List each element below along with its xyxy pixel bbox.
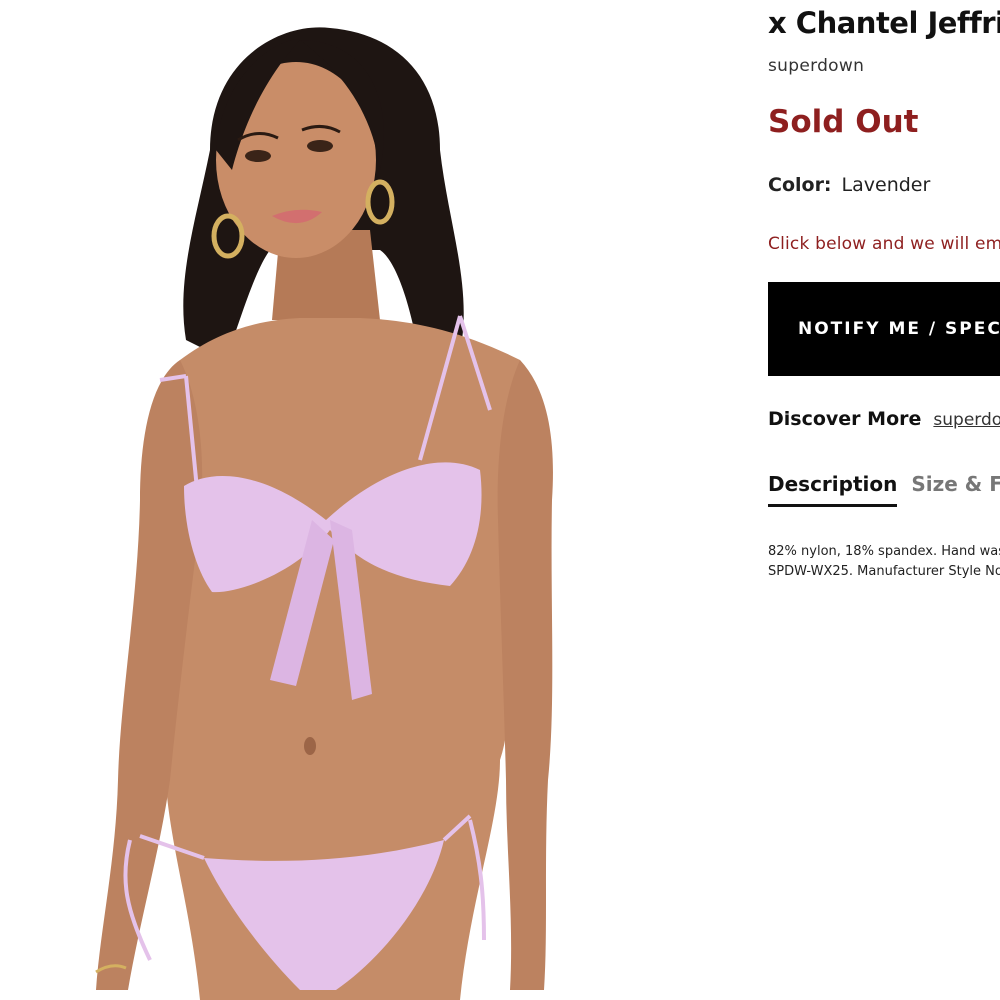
product-title: x Chantel Jeffries (768, 6, 1000, 40)
product-image[interactable] (0, 0, 760, 1000)
discover-more-brand-link[interactable]: superdown (933, 410, 1000, 430)
notify-me-button[interactable]: NOTIFY ME / SPECIAL ORDER (768, 282, 1000, 376)
product-description: 82% nylon, 18% spandex. Hand wash cold. … (768, 542, 1000, 582)
brand-name: superdown (768, 56, 865, 76)
description-line: 82% nylon, 18% spandex. Hand wash cold. (768, 544, 1000, 559)
color-row: Color: Lavender (768, 174, 930, 196)
discover-more-row: Discover More superdown (768, 408, 1000, 430)
description-line: SPDW-WX25. Manufacturer Style No. (768, 564, 1000, 579)
color-label: Color: (768, 174, 832, 196)
product-page: x Chantel Jeffries superdown Sold Out Co… (0, 0, 1000, 1000)
sold-out-status: Sold Out (768, 104, 919, 140)
product-tabs: Description Size & Fit (768, 472, 1000, 507)
tab-size-fit[interactable]: Size & Fit (911, 472, 1000, 504)
product-info-panel: x Chantel Jeffries superdown Sold Out Co… (768, 0, 1000, 1000)
color-value: Lavender (841, 174, 931, 196)
tab-description[interactable]: Description (768, 472, 898, 507)
notify-instructions: Click below and we will email you (768, 234, 1000, 254)
discover-more-label: Discover More (768, 408, 922, 430)
right-arm (497, 360, 553, 990)
model-photo (95, 27, 553, 1000)
